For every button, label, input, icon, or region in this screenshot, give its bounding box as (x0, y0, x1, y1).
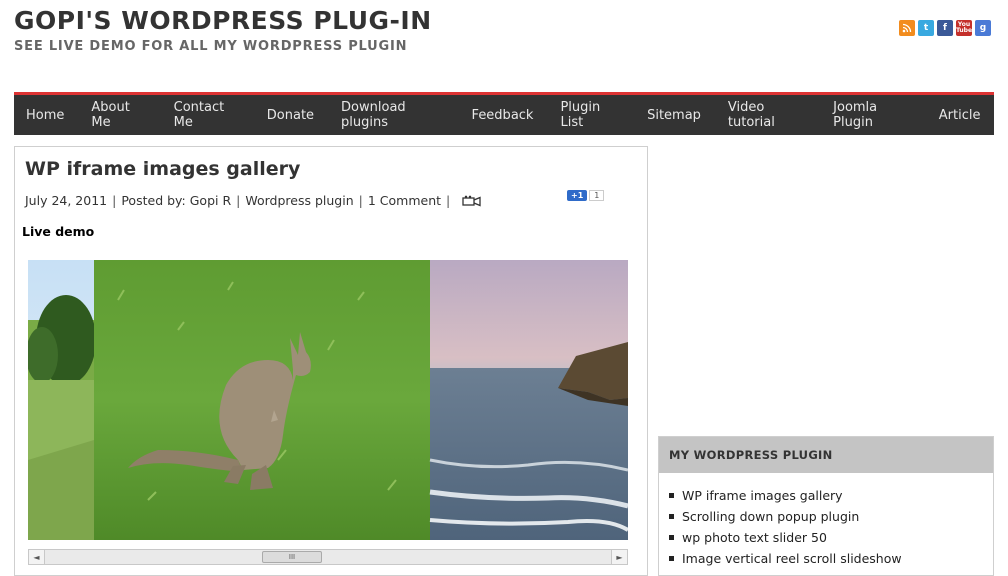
nav-item-sitemap[interactable]: Sitemap (634, 108, 715, 123)
gallery-images (28, 260, 628, 540)
gallery-image-landscape[interactable] (28, 260, 96, 540)
google-plusone-widget: +1 1 (567, 190, 605, 201)
post-meta: July 24, 2011 | Posted by: Gopi R | Word… (25, 193, 482, 208)
post-article: WP iframe images gallery July 24, 2011 |… (14, 146, 648, 576)
twitter-icon[interactable]: t (918, 20, 934, 36)
meta-separator: | (236, 193, 241, 208)
site-subtitle: SEE LIVE DEMO FOR ALL MY WORDPRESS PLUGI… (14, 39, 408, 54)
scrollbar-thumb[interactable]: III (262, 551, 322, 563)
bullet-icon (669, 535, 674, 540)
gallery-horizontal-scrollbar[interactable]: ◄ III ► (28, 549, 628, 565)
widget-list-item[interactable]: wp photo text slider 50 (669, 527, 993, 548)
nav-item-home[interactable]: Home (14, 108, 78, 123)
bullet-icon (669, 556, 674, 561)
post-comments-link[interactable]: 1 Comment (368, 193, 441, 208)
widget-link[interactable]: Scrolling down popup plugin (682, 506, 859, 527)
post-author[interactable]: Gopi R (190, 193, 231, 208)
nav-item-feedback[interactable]: Feedback (458, 108, 547, 123)
nav-item-contact-me[interactable]: Contact Me (160, 100, 253, 130)
widget-link[interactable]: WP iframe images gallery (682, 485, 843, 506)
rss-icon[interactable] (899, 20, 915, 36)
nav-item-download-plugins[interactable]: Download plugins (328, 100, 459, 130)
gallery-image-kangaroo[interactable] (94, 260, 430, 540)
social-links: t f You Tube g (899, 20, 991, 36)
widget-title: MY WORDPRESS PLUGIN (659, 437, 993, 473)
sidebar-widget-plugins: MY WORDPRESS PLUGIN WP iframe images gal… (658, 436, 994, 576)
bullet-icon (669, 493, 674, 498)
widget-list-item[interactable]: Image vertical reel scroll slideshow (669, 548, 993, 569)
meta-separator: | (446, 193, 451, 208)
post-title[interactable]: WP iframe images gallery (25, 158, 300, 180)
widget-link[interactable]: wp photo text slider 50 (682, 527, 827, 548)
main-navigation: Home About Me Contact Me Donate Download… (14, 92, 994, 135)
meta-separator: | (358, 193, 363, 208)
plusone-button[interactable]: +1 (567, 190, 588, 201)
live-demo-label: Live demo (22, 224, 95, 239)
nav-item-about-me[interactable]: About Me (78, 100, 160, 130)
google-icon[interactable]: g (975, 20, 991, 36)
youtube-text-bottom: Tube (955, 27, 973, 34)
scroll-right-arrow[interactable]: ► (611, 550, 627, 564)
widget-list-item[interactable]: Scrolling down popup plugin (669, 506, 993, 527)
nav-item-joomla-plugin[interactable]: Joomla Plugin (820, 100, 926, 130)
facebook-icon[interactable]: f (937, 20, 953, 36)
nav-item-video-tutorial[interactable]: Video tutorial (714, 100, 819, 130)
bullet-icon (669, 514, 674, 519)
meta-separator: | (112, 193, 117, 208)
site-title[interactable]: GOPI'S WORDPRESS PLUG-IN (14, 6, 432, 35)
plusone-count: 1 (589, 190, 605, 201)
nav-item-donate[interactable]: Donate (253, 108, 327, 123)
video-camera-icon[interactable] (462, 195, 482, 207)
post-date: July 24, 2011 (25, 193, 108, 208)
widget-list-item[interactable]: WP iframe images gallery (669, 485, 993, 506)
posted-by-label: Posted by: (121, 193, 186, 208)
scroll-left-arrow[interactable]: ◄ (29, 550, 45, 564)
widget-link[interactable]: Image vertical reel scroll slideshow (682, 548, 902, 569)
post-category[interactable]: Wordpress plugin (245, 193, 353, 208)
gallery-image-seascape[interactable] (429, 260, 628, 540)
nav-item-plugin-list[interactable]: Plugin List (547, 100, 634, 130)
iframe-gallery (28, 260, 628, 540)
nav-item-article[interactable]: Article (925, 108, 994, 123)
youtube-icon[interactable]: You Tube (956, 20, 972, 36)
